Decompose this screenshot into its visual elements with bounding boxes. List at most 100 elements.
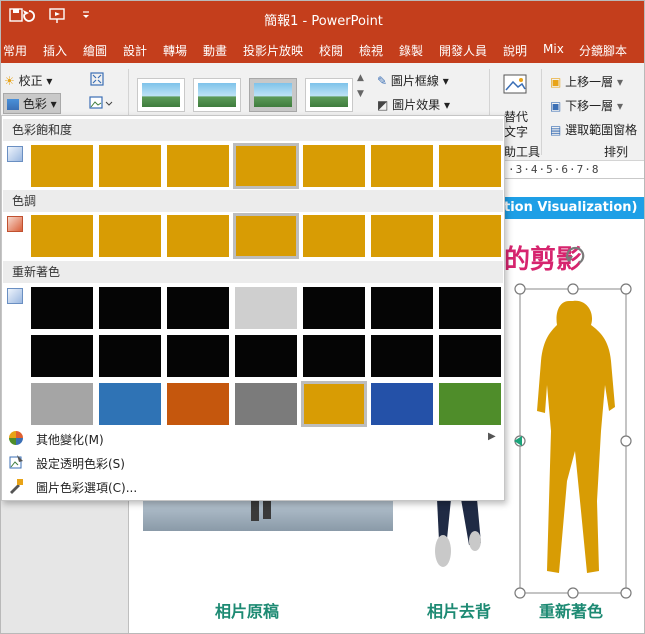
recolor-row2-swatch-5[interactable] [303,335,365,377]
tab-slideshow[interactable]: 投影片放映 [243,42,303,59]
title-bar: 簡報1 - PowerPoint [1,1,644,37]
corrections-button[interactable]: ☀ 校正 ▾ [4,72,52,89]
tab-home[interactable]: 常用 [3,42,27,59]
tab-view[interactable]: 檢視 [359,42,383,59]
recolor-row3-swatch-6[interactable] [371,383,433,425]
recolor-row1-swatch-3[interactable] [167,287,229,329]
recolor-row2-swatch-2[interactable] [99,335,161,377]
person-photo-removed-background[interactable] [425,499,495,579]
recolor-row2-swatch-3[interactable] [167,335,229,377]
alt-text-label-2[interactable]: 文字 [504,123,528,140]
original-photo[interactable] [143,499,393,531]
color-dropdown-panel: 色彩飽和度 色調 重新著色 其他變化(M) ▶ 設定透明色彩(S) 圖片色彩選項… [1,115,505,501]
saturation-icon [7,146,23,162]
recolor-row3-swatch-2[interactable] [99,383,161,425]
tab-recording[interactable]: 錄製 [399,42,423,59]
set-transparent-color-icon [9,455,23,469]
recolor-icon [7,288,23,304]
caption-original: 相片原稿 [215,602,280,621]
picture-effects-button[interactable]: ◩ 圖片效果 ▾ [377,96,450,113]
styles-scroll-down-icon[interactable]: ▼ [357,89,364,99]
set-transparent-color-item[interactable]: 設定透明色彩(S) [36,455,125,472]
sun-icon: ☀ [4,74,15,88]
pencil-icon: ✎ [377,74,388,88]
recolor-row1-swatch-4[interactable] [235,287,297,329]
slide-banner: tion Visualization) [504,197,644,219]
accessibility-group-label: 助工具 [504,145,541,159]
effects-icon: ◩ [377,98,389,112]
saturation-swatch-3[interactable] [167,145,229,187]
tab-mix[interactable]: Mix [543,42,564,56]
picture-border-button[interactable]: ✎ 圖片框線 ▾ [377,72,449,89]
tone-icon [7,216,23,232]
tone-swatch-7[interactable] [439,215,501,257]
tab-developer[interactable]: 開發人員 [439,42,487,59]
recolor-row3-swatch-5[interactable] [301,381,367,427]
caption-recolor: 重新著色 [539,602,604,621]
recolor-row1-swatch-7[interactable] [439,287,501,329]
change-picture-icon[interactable] [89,95,113,114]
saturation-swatch-5[interactable] [303,145,365,187]
bring-forward-icon: ▣ [550,75,562,89]
recolor-row3-swatch-1[interactable] [31,383,93,425]
horizontal-ruler: ·3·4·5·6·7·8 [504,161,644,179]
tone-swatch-6[interactable] [371,215,433,257]
recolor-row1-swatch-2[interactable] [99,287,161,329]
recolor-row1-swatch-6[interactable] [371,287,433,329]
recolor-row2-swatch-6[interactable] [371,335,433,377]
picture-color-options-item[interactable]: 圖片色彩選項(C)... [36,479,137,496]
saturation-swatch-1[interactable] [31,145,93,187]
recolor-row3-swatch-4[interactable] [235,383,297,425]
recolor-row2-swatch-1[interactable] [31,335,93,377]
compress-pictures-icon[interactable] [89,71,105,90]
picture-style-2[interactable] [193,78,241,112]
picture-style-3[interactable] [249,78,297,112]
more-variations-item[interactable]: 其他變化(M) [36,431,104,448]
tab-draw[interactable]: 繪圖 [83,42,107,59]
tab-storyboard[interactable]: 分鏡腳本 [579,42,627,59]
selection-pane-button[interactable]: ▤ 選取範圍窗格 [550,121,637,138]
saturation-swatch-2[interactable] [99,145,161,187]
recolor-row3-swatch-3[interactable] [167,383,229,425]
tone-swatch-4[interactable] [233,213,299,259]
divider [541,69,542,155]
send-backward-icon: ▣ [550,99,562,113]
saturation-swatch-4[interactable] [233,143,299,189]
rotate-handle-icon[interactable] [561,245,589,269]
picture-color-options-icon [10,479,23,494]
send-backward-button[interactable]: ▣ 下移一層 ▾ [550,97,623,114]
recolor-row1-swatch-1[interactable] [31,287,93,329]
caption-removed-background: 相片去背 [427,602,492,621]
bring-forward-button[interactable]: ▣ 上移一層 ▾ [550,73,623,90]
color-wheel-icon [9,431,23,445]
saturation-swatch-7[interactable] [439,145,501,187]
selection-pane-icon: ▤ [550,123,562,137]
saturation-header: 色彩飽和度 [3,119,503,141]
picture-style-4[interactable] [305,78,353,112]
tone-swatch-5[interactable] [303,215,365,257]
tone-swatch-3[interactable] [167,215,229,257]
recolor-row2-swatch-7[interactable] [439,335,501,377]
powerpoint-window: 簡報1 - PowerPoint 常用 插入 繪圖 設計 轉場 動畫 投影片放映… [0,0,645,634]
tone-header: 色調 [3,190,503,212]
tab-insert[interactable]: 插入 [43,42,67,59]
color-button[interactable]: 色彩 ▾ [3,93,61,114]
tone-swatch-2[interactable] [99,215,161,257]
recolor-row3-swatch-7[interactable] [439,383,501,425]
alt-text-icon[interactable] [503,73,529,100]
recolor-row1-swatch-5[interactable] [303,287,365,329]
submenu-arrow-icon: ▶ [488,431,496,442]
saturation-swatch-6[interactable] [371,145,433,187]
tone-swatch-1[interactable] [31,215,93,257]
tab-review[interactable]: 校閱 [319,42,343,59]
tab-animations[interactable]: 動畫 [203,42,227,59]
picture-style-1[interactable] [137,78,185,112]
styles-scroll-up-icon[interactable]: ▲ [357,73,364,83]
tab-help[interactable]: 說明 [503,42,527,59]
arrange-group-label: 排列 [604,145,629,159]
tab-design[interactable]: 設計 [123,42,147,59]
recolor-row2-swatch-4[interactable] [235,335,297,377]
recolored-silhouette[interactable] [511,281,635,605]
recolor-header: 重新著色 [3,261,503,283]
tab-transitions[interactable]: 轉場 [163,42,187,59]
